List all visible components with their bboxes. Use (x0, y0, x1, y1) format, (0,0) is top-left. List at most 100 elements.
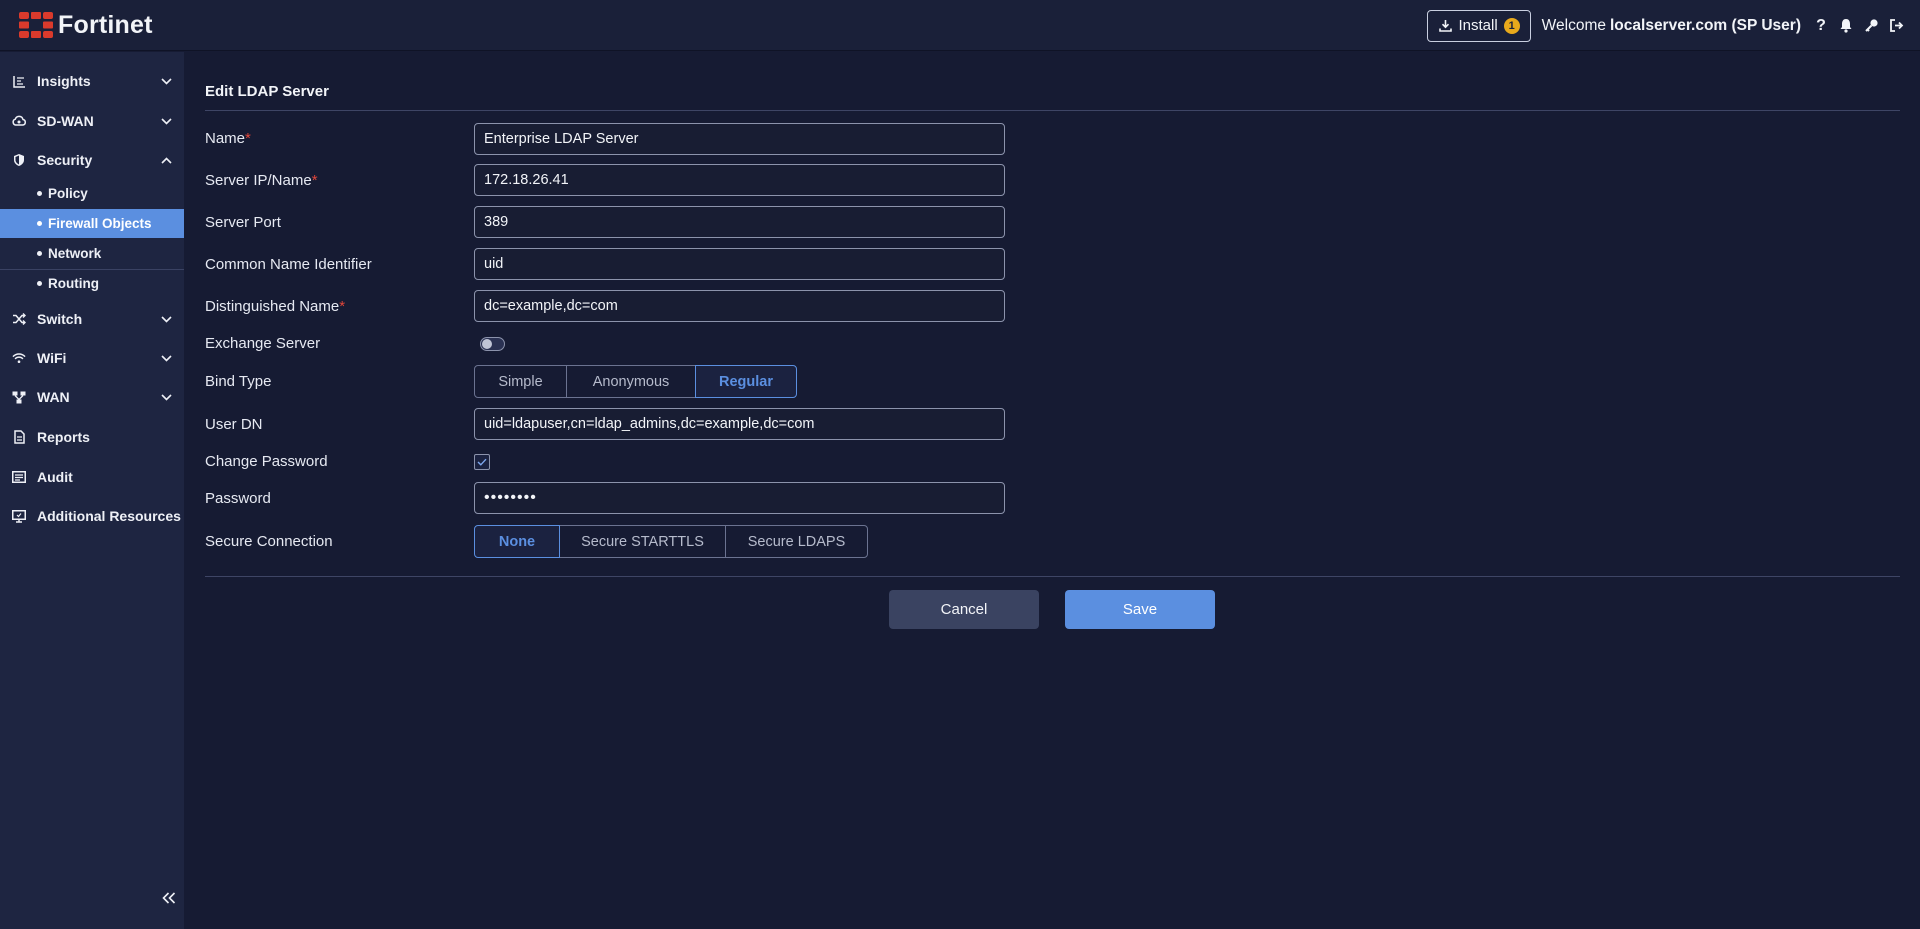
name-label: Name* (205, 130, 251, 147)
sidebar-item-wifi[interactable]: WiFi (0, 343, 184, 373)
top-bar: Fortinet Install 1 Welcome localserver.c… (0, 0, 1920, 51)
sidebar-item-label: WiFi (37, 350, 67, 366)
chevron-down-icon (160, 352, 172, 364)
monitor-icon (12, 509, 26, 523)
cancel-button[interactable]: Cancel (889, 590, 1039, 629)
dn-label: Distinguished Name* (205, 298, 345, 315)
sidebar-item-label: Additional Resources (37, 508, 181, 524)
logout-icon[interactable] (1888, 18, 1904, 34)
list-icon (12, 470, 26, 484)
sidebar-item-label: WAN (37, 389, 70, 405)
exchange-server-toggle[interactable] (480, 337, 505, 351)
bind-type-simple[interactable]: Simple (474, 365, 567, 398)
password-label: Password (205, 490, 271, 507)
bullet-icon (37, 221, 42, 226)
sidebar-item-label: Audit (37, 469, 73, 485)
secure-connection-label: Secure Connection (205, 533, 333, 550)
sidebar-item-reports[interactable]: Reports (0, 422, 184, 452)
sidebar-item-wan[interactable]: WAN (0, 382, 184, 412)
sidebar-item-audit[interactable]: Audit (0, 462, 184, 492)
dn-label-text: Distinguished Name (205, 298, 340, 315)
sidebar-item-insights[interactable]: Insights (0, 66, 184, 96)
sidebar-item-label: Insights (37, 73, 91, 89)
exchange-label: Exchange Server (205, 335, 321, 352)
form-footer-divider (205, 576, 1900, 577)
sidebar-subitem-label: Routing (48, 276, 99, 291)
sidebar-item-label: SD-WAN (37, 113, 94, 129)
bind-type-label: Bind Type (205, 373, 272, 390)
cloud-icon (12, 114, 26, 128)
bullet-icon (37, 281, 42, 286)
check-icon (477, 458, 487, 466)
fortinet-logo[interactable]: Fortinet (19, 11, 153, 40)
sidebar-item-label: Reports (37, 429, 90, 445)
save-button[interactable]: Save (1065, 590, 1215, 629)
change-password-checkbox[interactable] (474, 454, 490, 470)
bullet-icon (37, 191, 42, 196)
chevron-down-icon (160, 313, 172, 325)
sidebar-item-switch[interactable]: Switch (0, 304, 184, 334)
secure-none[interactable]: None (474, 525, 560, 558)
sidebar-item-sd-wan[interactable]: SD-WAN (0, 106, 184, 136)
sidebar-item-security[interactable]: Security (0, 145, 184, 175)
chevron-up-icon (160, 154, 172, 166)
secure-ldaps[interactable]: Secure LDAPS (725, 525, 868, 558)
chevron-down-icon (160, 391, 172, 403)
wifi-icon (12, 351, 26, 365)
server-port-input[interactable] (474, 206, 1005, 238)
secure-connection-selector: None Secure STARTTLS Secure LDAPS (474, 525, 868, 558)
welcome-text: Welcome (1541, 16, 1606, 34)
key-icon[interactable] (1863, 18, 1879, 34)
bind-type-regular[interactable]: Regular (695, 365, 797, 398)
bell-icon[interactable] (1838, 18, 1854, 34)
help-icon[interactable]: ? (1813, 17, 1829, 34)
install-count-badge: 1 (1503, 17, 1520, 34)
download-icon (1439, 20, 1453, 32)
sidebar-subitem-policy[interactable]: Policy (0, 179, 184, 208)
welcome-user: localserver.com (SP User) (1610, 16, 1801, 34)
required-marker: * (339, 298, 346, 315)
sidebar-subitem-label: Network (48, 246, 102, 261)
required-marker: * (311, 172, 318, 189)
distinguished-name-input[interactable] (474, 290, 1005, 322)
install-label: Install (1458, 17, 1498, 34)
server-label-text: Server IP/Name (205, 172, 312, 189)
server-ip-input[interactable] (474, 164, 1005, 196)
user-dn-input[interactable] (474, 408, 1005, 440)
user-dn-label: User DN (205, 416, 263, 433)
cn-identifier-label: Common Name Identifier (205, 256, 372, 273)
sidebar-subitem-label: Policy (48, 186, 88, 201)
bullet-icon (37, 251, 42, 256)
fortinet-logo-icon (19, 12, 53, 38)
sidebar-subitem-firewall-objects[interactable]: Firewall Objects (0, 209, 184, 238)
server-label: Server IP/Name* (205, 172, 318, 189)
collapse-sidebar-icon[interactable] (161, 890, 177, 906)
bind-type-anonymous[interactable]: Anonymous (566, 365, 696, 398)
brand-name: Fortinet (58, 10, 153, 39)
title-divider (205, 110, 1900, 111)
sidebar-item-label: Switch (37, 311, 83, 327)
secure-starttls[interactable]: Secure STARTTLS (559, 525, 726, 558)
name-label-text: Name (205, 130, 246, 147)
port-label: Server Port (205, 214, 281, 231)
network-icon (12, 390, 26, 404)
document-icon (12, 430, 26, 444)
toggle-knob (482, 339, 492, 349)
install-button[interactable]: Install 1 (1427, 9, 1531, 42)
bind-type-selector: Simple Anonymous Regular (474, 365, 797, 398)
sidebar-item-additional-resources[interactable]: Additional Resources (0, 501, 184, 531)
chevron-down-icon (160, 115, 172, 127)
cn-identifier-input[interactable] (474, 248, 1005, 280)
header-actions: Install 1 Welcome localserver.com (SP Us… (1427, 0, 1904, 51)
password-input[interactable] (474, 482, 1005, 514)
sidebar-subitem-label: Firewall Objects (48, 216, 152, 231)
shield-icon (12, 153, 26, 167)
header-icons: ? (1813, 17, 1904, 34)
sidebar-subitem-routing[interactable]: Routing (0, 269, 184, 298)
chevron-down-icon (160, 75, 172, 87)
page-title: Edit LDAP Server (205, 83, 329, 100)
change-password-label: Change Password (205, 453, 328, 470)
name-input[interactable] (474, 123, 1005, 155)
sidebar-subitem-network[interactable]: Network (0, 239, 184, 268)
sidebar: Insights SD-WAN Security Policy Firewall… (0, 52, 184, 929)
